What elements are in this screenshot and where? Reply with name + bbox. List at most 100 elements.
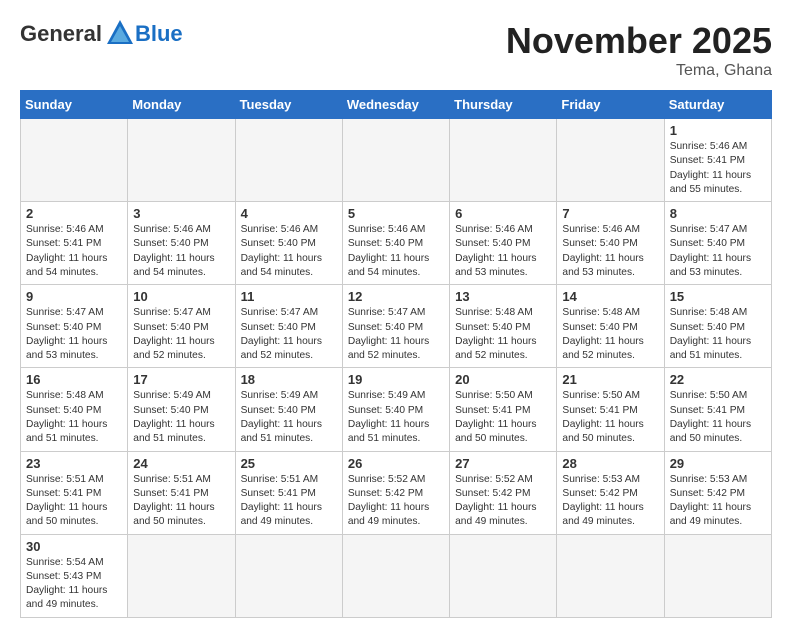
month-title: November 2025 xyxy=(506,20,772,62)
weekday-header-sunday: Sunday xyxy=(21,91,128,119)
weekday-header-row: SundayMondayTuesdayWednesdayThursdayFrid… xyxy=(21,91,772,119)
calendar-cell: 3 Sunrise: 5:46 AM Sunset: 5:40 PM Daylig… xyxy=(128,202,235,285)
calendar-cell: 6 Sunrise: 5:46 AM Sunset: 5:40 PM Daylig… xyxy=(450,202,557,285)
day-info: Sunrise: 5:48 AM Sunset: 5:40 PM Dayligh… xyxy=(26,389,122,446)
day-info: Sunrise: 5:49 AM Sunset: 5:40 PM Dayligh… xyxy=(133,389,229,446)
calendar-cell xyxy=(21,119,128,202)
day-number: 7 xyxy=(562,206,658,221)
calendar-cell: 2Sunrise: 5:46 AM Sunset: 5:41 PM Daylig… xyxy=(21,202,128,285)
calendar-cell: 23 Sunrise: 5:51 AM Sunset: 5:41 PM Dayli… xyxy=(21,451,128,534)
day-info: Sunrise: 5:50 AM Sunset: 5:41 PM Dayligh… xyxy=(670,389,766,446)
weekday-header-tuesday: Tuesday xyxy=(235,91,342,119)
day-info: Sunrise: 5:47 AM Sunset: 5:40 PM Dayligh… xyxy=(133,306,229,363)
calendar-cell: 8 Sunrise: 5:47 AM Sunset: 5:40 PM Daylig… xyxy=(664,202,771,285)
logo-general: General xyxy=(20,21,102,47)
calendar-cell xyxy=(128,534,235,617)
day-info: Sunrise: 5:51 AM Sunset: 5:41 PM Dayligh… xyxy=(26,473,122,530)
day-number: 24 xyxy=(133,456,229,471)
day-info: Sunrise: 5:46 AM Sunset: 5:40 PM Dayligh… xyxy=(455,223,551,280)
day-number: 28 xyxy=(562,456,658,471)
calendar-week-2: 2Sunrise: 5:46 AM Sunset: 5:41 PM Daylig… xyxy=(21,202,772,285)
day-number: 8 xyxy=(670,206,766,221)
day-info: Sunrise: 5:53 AM Sunset: 5:42 PM Dayligh… xyxy=(562,473,658,530)
day-info: Sunrise: 5:48 AM Sunset: 5:40 PM Dayligh… xyxy=(670,306,766,363)
day-info: Sunrise: 5:48 AM Sunset: 5:40 PM Dayligh… xyxy=(455,306,551,363)
logo: General Blue xyxy=(20,20,183,48)
day-number: 6 xyxy=(455,206,551,221)
calendar-cell: 7 Sunrise: 5:46 AM Sunset: 5:40 PM Daylig… xyxy=(557,202,664,285)
weekday-header-wednesday: Wednesday xyxy=(342,91,449,119)
weekday-header-friday: Friday xyxy=(557,91,664,119)
day-info: Sunrise: 5:47 AM Sunset: 5:40 PM Dayligh… xyxy=(670,223,766,280)
day-info: Sunrise: 5:47 AM Sunset: 5:40 PM Dayligh… xyxy=(241,306,337,363)
calendar-week-5: 23 Sunrise: 5:51 AM Sunset: 5:41 PM Dayli… xyxy=(21,451,772,534)
location-title: Tema, Ghana xyxy=(506,62,772,80)
day-info: Sunrise: 5:47 AM Sunset: 5:40 PM Dayligh… xyxy=(348,306,444,363)
day-info: Sunrise: 5:46 AM Sunset: 5:40 PM Dayligh… xyxy=(348,223,444,280)
day-number: 10 xyxy=(133,289,229,304)
day-number: 20 xyxy=(455,372,551,387)
calendar-cell: 20Sunrise: 5:50 AM Sunset: 5:41 PM Dayli… xyxy=(450,368,557,451)
day-number: 14 xyxy=(562,289,658,304)
day-number: 23 xyxy=(26,456,122,471)
calendar-cell: 26Sunrise: 5:52 AM Sunset: 5:42 PM Dayli… xyxy=(342,451,449,534)
weekday-header-saturday: Saturday xyxy=(664,91,771,119)
calendar-cell: 28 Sunrise: 5:53 AM Sunset: 5:42 PM Dayli… xyxy=(557,451,664,534)
weekday-header-thursday: Thursday xyxy=(450,91,557,119)
day-number: 3 xyxy=(133,206,229,221)
calendar-cell xyxy=(557,119,664,202)
day-number: 12 xyxy=(348,289,444,304)
day-number: 5 xyxy=(348,206,444,221)
day-info: Sunrise: 5:46 AM Sunset: 5:40 PM Dayligh… xyxy=(562,223,658,280)
calendar-cell: 21Sunrise: 5:50 AM Sunset: 5:41 PM Dayli… xyxy=(557,368,664,451)
calendar-cell: 16Sunrise: 5:48 AM Sunset: 5:40 PM Dayli… xyxy=(21,368,128,451)
day-info: Sunrise: 5:52 AM Sunset: 5:42 PM Dayligh… xyxy=(455,473,551,530)
day-number: 29 xyxy=(670,456,766,471)
calendar-cell: 30 Sunrise: 5:54 AM Sunset: 5:43 PM Dayli… xyxy=(21,534,128,617)
calendar-cell: 10 Sunrise: 5:47 AM Sunset: 5:40 PM Dayli… xyxy=(128,285,235,368)
calendar-cell: 18Sunrise: 5:49 AM Sunset: 5:40 PM Dayli… xyxy=(235,368,342,451)
day-number: 17 xyxy=(133,372,229,387)
page-header: General Blue November 2025 Tema, Ghana xyxy=(20,20,772,80)
day-number: 19 xyxy=(348,372,444,387)
day-number: 22 xyxy=(670,372,766,387)
calendar-cell xyxy=(450,534,557,617)
calendar-cell xyxy=(342,119,449,202)
calendar-cell xyxy=(235,534,342,617)
day-number: 1 xyxy=(670,123,766,138)
calendar-cell: 9Sunrise: 5:47 AM Sunset: 5:40 PM Daylig… xyxy=(21,285,128,368)
calendar-week-1: 1Sunrise: 5:46 AM Sunset: 5:41 PM Daylig… xyxy=(21,119,772,202)
calendar-cell: 14 Sunrise: 5:48 AM Sunset: 5:40 PM Dayli… xyxy=(557,285,664,368)
day-number: 9 xyxy=(26,289,122,304)
calendar-cell: 17 Sunrise: 5:49 AM Sunset: 5:40 PM Dayli… xyxy=(128,368,235,451)
day-number: 27 xyxy=(455,456,551,471)
day-info: Sunrise: 5:53 AM Sunset: 5:42 PM Dayligh… xyxy=(670,473,766,530)
day-number: 30 xyxy=(26,539,122,554)
day-info: Sunrise: 5:48 AM Sunset: 5:40 PM Dayligh… xyxy=(562,306,658,363)
day-info: Sunrise: 5:46 AM Sunset: 5:40 PM Dayligh… xyxy=(133,223,229,280)
day-number: 18 xyxy=(241,372,337,387)
day-info: Sunrise: 5:46 AM Sunset: 5:41 PM Dayligh… xyxy=(26,223,122,280)
calendar-week-4: 16Sunrise: 5:48 AM Sunset: 5:40 PM Dayli… xyxy=(21,368,772,451)
day-number: 13 xyxy=(455,289,551,304)
day-number: 26 xyxy=(348,456,444,471)
calendar-cell: 15Sunrise: 5:48 AM Sunset: 5:40 PM Dayli… xyxy=(664,285,771,368)
day-info: Sunrise: 5:51 AM Sunset: 5:41 PM Dayligh… xyxy=(241,473,337,530)
day-number: 4 xyxy=(241,206,337,221)
day-info: Sunrise: 5:54 AM Sunset: 5:43 PM Dayligh… xyxy=(26,556,122,613)
day-info: Sunrise: 5:46 AM Sunset: 5:40 PM Dayligh… xyxy=(241,223,337,280)
calendar-cell: 19Sunrise: 5:49 AM Sunset: 5:40 PM Dayli… xyxy=(342,368,449,451)
day-number: 11 xyxy=(241,289,337,304)
day-number: 25 xyxy=(241,456,337,471)
weekday-header-monday: Monday xyxy=(128,91,235,119)
calendar-cell: 5 Sunrise: 5:46 AM Sunset: 5:40 PM Daylig… xyxy=(342,202,449,285)
calendar-cell xyxy=(235,119,342,202)
calendar-cell xyxy=(128,119,235,202)
calendar-cell xyxy=(664,534,771,617)
calendar-cell xyxy=(342,534,449,617)
logo-blue: Blue xyxy=(135,21,183,47)
calendar-table: SundayMondayTuesdayWednesdayThursdayFrid… xyxy=(20,90,772,618)
calendar-cell: 29 Sunrise: 5:53 AM Sunset: 5:42 PM Dayli… xyxy=(664,451,771,534)
calendar-week-3: 9 Sunrise: 5:47 AM Sunset: 5:40 PM Daylig… xyxy=(21,285,772,368)
calendar-cell: 27 Sunrise: 5:52 AM Sunset: 5:42 PM Dayli… xyxy=(450,451,557,534)
